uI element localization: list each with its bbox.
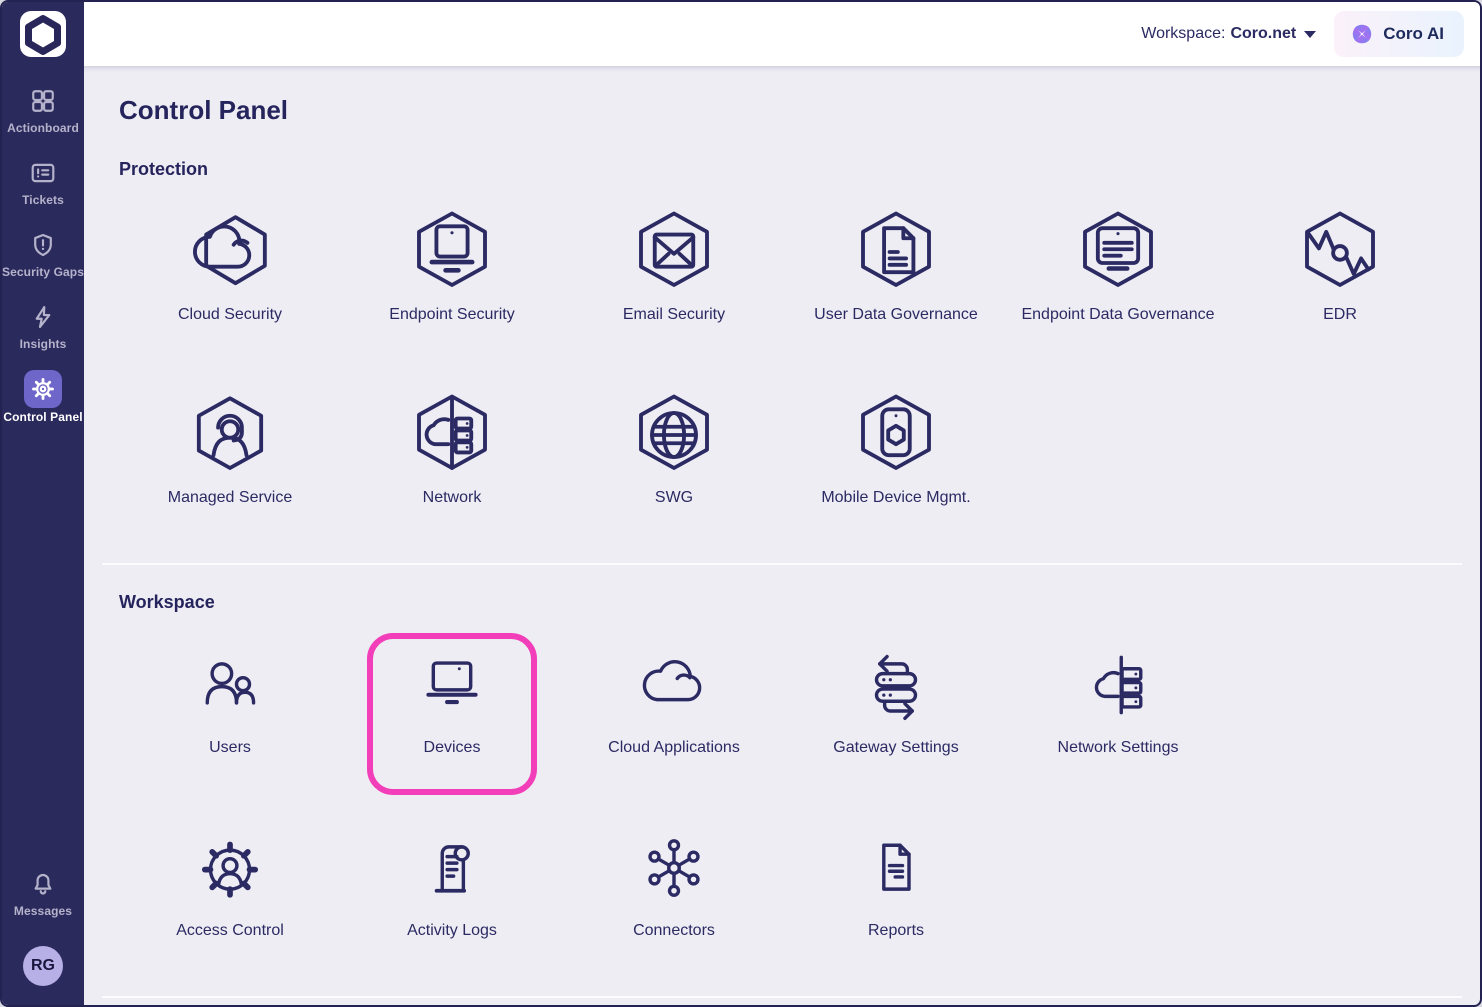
app-window: Actionboard Tickets Security Gaps Insights C… bbox=[0, 0, 1482, 1007]
page-title: Control Panel bbox=[119, 95, 1456, 126]
tickets-icon bbox=[30, 159, 56, 186]
sidebar-item-security-gaps[interactable]: Security Gaps bbox=[2, 231, 84, 279]
sidebar-bottom: Messages RG bbox=[2, 870, 84, 1005]
tile-label: Activity Logs bbox=[407, 922, 497, 940]
avatar[interactable]: RG bbox=[23, 946, 63, 986]
tile-label: Mobile Device Mgmt. bbox=[821, 489, 970, 507]
tile-cloud-security[interactable]: Cloud Security bbox=[119, 202, 341, 336]
tile-label: Reports bbox=[868, 922, 924, 940]
section-title-protection: Protection bbox=[119, 159, 1456, 180]
coro-ai-button[interactable]: Coro AI bbox=[1334, 11, 1464, 57]
users-icon bbox=[191, 635, 269, 735]
workspace-selector[interactable]: Workspace: Coro.net bbox=[1141, 25, 1316, 43]
email-security-icon bbox=[630, 202, 718, 302]
user-data-governance-icon bbox=[852, 202, 940, 302]
sidebar-nav: Actionboard Tickets Security Gaps Insights C… bbox=[2, 87, 84, 424]
tile-activity-logs[interactable]: Activity Logs bbox=[341, 818, 563, 952]
tile-label: Cloud Applications bbox=[608, 739, 740, 757]
sidebar-item-label: Security Gaps bbox=[2, 265, 84, 279]
top-header: Workspace: Coro.net bbox=[84, 2, 1480, 66]
sidebar-item-label: Actionboard bbox=[7, 121, 79, 135]
tile-network[interactable]: Network bbox=[341, 385, 563, 519]
coro-ai-label: Coro AI bbox=[1383, 24, 1444, 44]
workspace-label: Workspace: bbox=[1141, 25, 1225, 43]
sidebar-item-messages[interactable]: Messages bbox=[2, 870, 84, 918]
tile-label: Access Control bbox=[176, 922, 284, 940]
actionboard-grid-icon bbox=[30, 87, 56, 114]
main-content: Control Panel Protection Cloud Security En… bbox=[84, 66, 1480, 1005]
sidebar-item-insights[interactable]: Insights bbox=[2, 303, 84, 351]
edr-icon bbox=[1296, 202, 1384, 302]
gateway-settings-icon bbox=[857, 635, 935, 735]
tile-edr[interactable]: EDR bbox=[1229, 202, 1451, 336]
sidebar-item-tickets[interactable]: Tickets bbox=[2, 159, 84, 207]
endpoint-security-icon bbox=[408, 202, 496, 302]
tile-label: Devices bbox=[424, 739, 481, 757]
endpoint-data-governance-icon bbox=[1074, 202, 1162, 302]
tile-managed-service[interactable]: Managed Service bbox=[119, 385, 341, 519]
tile-label: Network bbox=[423, 489, 482, 507]
activity-logs-icon bbox=[413, 818, 491, 918]
reports-icon bbox=[857, 818, 935, 918]
mobile-device-mgmt-icon bbox=[852, 385, 940, 485]
tile-label: SWG bbox=[655, 489, 693, 507]
sidebar-item-actionboard[interactable]: Actionboard bbox=[2, 87, 84, 135]
sidebar-item-label: Control Panel bbox=[3, 410, 82, 424]
tile-label: Cloud Security bbox=[178, 306, 282, 324]
chevron-down-icon bbox=[1304, 31, 1316, 38]
tile-label: EDR bbox=[1323, 306, 1357, 324]
tile-label: Endpoint Security bbox=[389, 306, 514, 324]
network-icon bbox=[408, 385, 496, 485]
tile-endpoint-data-governance[interactable]: Endpoint Data Governance bbox=[1007, 202, 1229, 336]
workspace-name: Coro.net bbox=[1230, 25, 1296, 43]
protection-tile-grid: Cloud Security Endpoint Security Email Sec… bbox=[119, 202, 1456, 519]
coro-ai-icon bbox=[1350, 22, 1374, 46]
lightning-icon bbox=[30, 303, 56, 330]
tile-label: Email Security bbox=[623, 306, 725, 324]
tile-reports[interactable]: Reports bbox=[785, 818, 1007, 952]
swg-icon bbox=[630, 385, 718, 485]
shield-alert-icon bbox=[30, 231, 56, 258]
tile-network-settings[interactable]: Network Settings bbox=[1007, 635, 1229, 769]
tile-gateway-settings[interactable]: Gateway Settings bbox=[785, 635, 1007, 769]
tile-connectors[interactable]: Connectors bbox=[563, 818, 785, 952]
workspace-tile-grid: Users Devices Cloud Applications Gateway Se… bbox=[119, 635, 1456, 952]
sidebar-item-label: Tickets bbox=[22, 193, 64, 207]
tile-label: Gateway Settings bbox=[833, 739, 958, 757]
sidebar-item-label: Insights bbox=[20, 337, 67, 351]
tile-label: Users bbox=[209, 739, 251, 757]
tile-users[interactable]: Users bbox=[119, 635, 341, 769]
sidebar-item-label: Messages bbox=[14, 904, 72, 918]
tile-cloud-applications[interactable]: Cloud Applications bbox=[563, 635, 785, 769]
access-control-icon bbox=[191, 818, 269, 918]
tile-label: Connectors bbox=[633, 922, 715, 940]
cloud-security-icon bbox=[186, 202, 274, 302]
section-divider bbox=[102, 996, 1462, 998]
sidebar-item-control-panel[interactable]: Control Panel bbox=[2, 376, 84, 424]
tile-label: Endpoint Data Governance bbox=[1021, 306, 1214, 324]
tile-endpoint-security[interactable]: Endpoint Security bbox=[341, 202, 563, 336]
bell-icon bbox=[30, 870, 56, 897]
tile-mobile-device-mgmt[interactable]: Mobile Device Mgmt. bbox=[785, 385, 1007, 519]
coro-logo-icon[interactable] bbox=[20, 11, 66, 57]
tile-access-control[interactable]: Access Control bbox=[119, 818, 341, 952]
tile-email-security[interactable]: Email Security bbox=[563, 202, 785, 336]
sections-container: Protection Cloud Security Endpoint Securit… bbox=[119, 159, 1456, 998]
tile-user-data-governance[interactable]: User Data Governance bbox=[785, 202, 1007, 336]
tile-devices[interactable]: Devices bbox=[341, 635, 563, 769]
devices-icon bbox=[413, 635, 491, 735]
tile-label: Network Settings bbox=[1058, 739, 1179, 757]
tile-swg[interactable]: SWG bbox=[563, 385, 785, 519]
tile-label: Managed Service bbox=[168, 489, 293, 507]
section-divider bbox=[102, 563, 1462, 565]
connectors-icon bbox=[635, 818, 713, 918]
managed-service-icon bbox=[186, 385, 274, 485]
sidebar: Actionboard Tickets Security Gaps Insights C… bbox=[2, 2, 84, 1005]
network-settings-icon bbox=[1079, 635, 1157, 735]
tile-label: User Data Governance bbox=[814, 306, 978, 324]
section-title-workspace: Workspace bbox=[119, 592, 1456, 613]
cloud-applications-icon bbox=[635, 635, 713, 735]
gear-icon bbox=[24, 376, 62, 403]
sidebar-messages-slot: Messages bbox=[2, 870, 84, 918]
